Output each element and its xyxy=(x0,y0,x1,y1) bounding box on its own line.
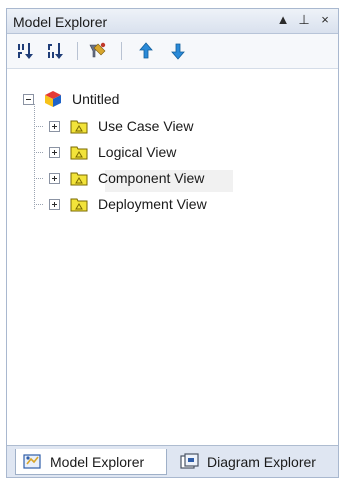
tab-label: Model Explorer xyxy=(50,453,145,470)
tree-node-label: Deployment View xyxy=(98,196,207,212)
move-up-icon[interactable] xyxy=(135,40,157,62)
tree-node-label: Component View xyxy=(98,170,205,186)
package-folder-icon xyxy=(70,118,88,134)
tree-connector xyxy=(34,152,44,153)
expand-toggle-icon[interactable] xyxy=(49,198,60,210)
toolbar-separator xyxy=(77,42,78,60)
explorer-toolbar xyxy=(7,34,338,69)
package-folder-icon xyxy=(70,144,88,160)
toolbar-separator xyxy=(121,42,122,60)
model-cube-icon xyxy=(44,90,62,108)
tree-connector xyxy=(34,104,35,209)
expand-toggle-icon[interactable] xyxy=(49,120,60,132)
expand-toggle-icon[interactable] xyxy=(49,172,60,184)
explorer-tab-strip: Model Explorer Diagram Explorer xyxy=(7,445,338,477)
model-explorer-icon xyxy=(22,452,44,472)
panel-titlebar: Model Explorer ▲ ⊥ × xyxy=(7,9,338,34)
tree-node-label: Logical View xyxy=(98,144,177,160)
pin-icon[interactable]: ⊥ xyxy=(297,12,311,28)
tab-label: Diagram Explorer xyxy=(207,454,316,470)
model-explorer-panel: Model Explorer ▲ ⊥ × Untitled Use Case V… xyxy=(6,8,339,478)
expand-toggle-icon[interactable] xyxy=(49,146,60,158)
tree-connector xyxy=(34,126,44,127)
titlebar-buttons: ▲ ⊥ × xyxy=(276,12,332,28)
tree-connector xyxy=(34,204,44,205)
package-folder-icon xyxy=(70,170,88,186)
tree-node-root[interactable]: Untitled xyxy=(23,88,119,110)
tab-model-explorer[interactable]: Model Explorer xyxy=(15,449,167,475)
model-tree[interactable]: Untitled Use Case View Logical View Comp… xyxy=(7,69,338,447)
tree-node-use-case-view[interactable]: Use Case View xyxy=(49,115,193,137)
tree-node-component-view[interactable]: Component View xyxy=(49,167,204,189)
sort-descending-icon[interactable] xyxy=(45,40,67,62)
panel-title: Model Explorer xyxy=(13,14,108,30)
sort-ascending-icon[interactable] xyxy=(15,40,37,62)
diagram-explorer-icon xyxy=(179,452,201,472)
tree-node-deployment-view[interactable]: Deployment View xyxy=(49,193,207,215)
package-folder-icon xyxy=(70,196,88,212)
window-menu-dropdown-icon[interactable]: ▲ xyxy=(276,12,290,28)
tree-node-label: Untitled xyxy=(72,91,120,107)
filter-icon[interactable] xyxy=(87,40,109,62)
collapse-toggle-icon[interactable] xyxy=(23,93,34,105)
move-down-icon[interactable] xyxy=(167,40,189,62)
tree-node-logical-view[interactable]: Logical View xyxy=(49,141,176,163)
tab-diagram-explorer[interactable]: Diagram Explorer xyxy=(173,449,337,475)
tree-node-label: Use Case View xyxy=(98,118,194,134)
close-icon[interactable]: × xyxy=(318,12,332,28)
tree-connector xyxy=(34,178,44,179)
